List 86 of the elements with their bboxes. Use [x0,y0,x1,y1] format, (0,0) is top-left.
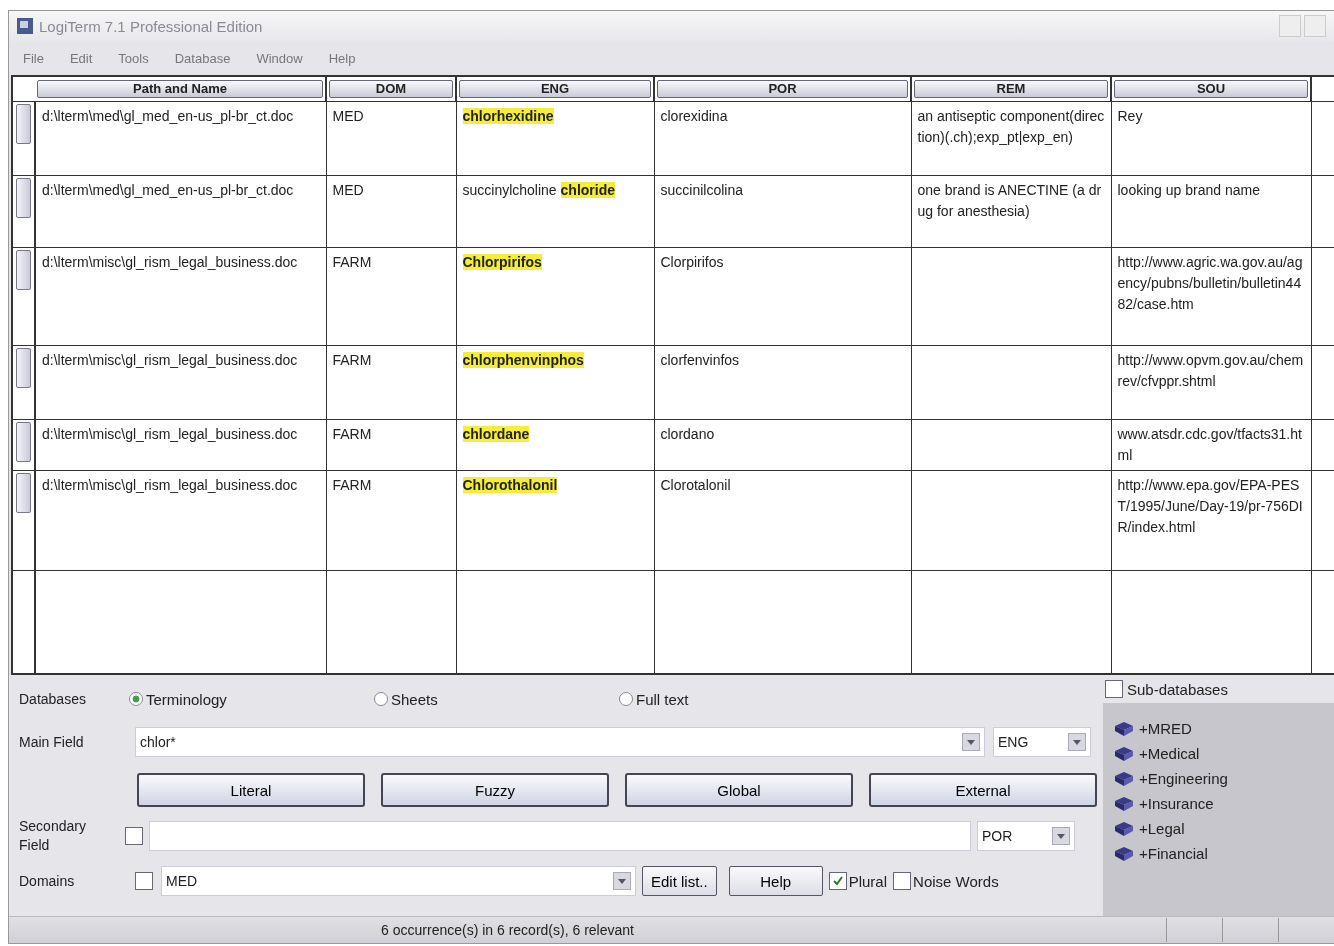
search-button[interactable]: Fuzzy [381,773,609,807]
table-cell: http://www.agric.wa.gov.au/agency/pubns/bulletin/bulletin4482/case.htm [1111,247,1311,346]
help-button[interactable]: Help [728,866,823,896]
table-cell: Rey [1111,101,1311,176]
table-cell: chlorphenvinphos [456,345,654,420]
edit-list-button[interactable]: Edit list.. [642,866,717,896]
column-header[interactable]: ENG [459,80,651,98]
checkbox[interactable] [1105,680,1123,698]
table-cell: d:\lterm\med\gl_med_en-us_pl-br_ct.doc [35,101,326,176]
radio-option[interactable]: Sheets [374,690,619,708]
table-cell: MED [326,101,456,176]
table-cell: looking up brand name [1111,175,1311,248]
column-header[interactable]: Path and Name [37,80,323,98]
search-button[interactable]: Global [625,773,853,807]
table-cell: succinylcholine chloride [456,175,654,248]
column-header[interactable]: POR [657,80,908,98]
checkbox-label: Noise Words [913,872,999,890]
table-cell: chlorhexidine [456,101,654,176]
tree-item[interactable]: +Insurance [1113,792,1324,815]
table-cell: clorfenvinfos [654,345,911,420]
menu-item[interactable]: File [23,50,44,66]
check-icon [831,875,844,887]
table-cell: clorexidina [654,101,911,176]
table-cell: Clorotalonil [654,470,911,571]
checkbox[interactable] [893,872,912,890]
table-cell: d:\lterm\misc\gl_rism_legal_business.doc [35,247,326,346]
search-button[interactable]: External [869,773,1097,807]
table-cell: Chlorpirifos [456,247,654,346]
row-header[interactable] [16,473,31,513]
field-label: Secondary Field [19,817,87,855]
field-label: Databases [19,689,87,709]
table-cell: an antiseptic component(direction)(.ch);exp_pt|exp_en) [911,101,1111,176]
status-text: 6 occurrence(s) in 6 record(s), 6 relevant [380,922,635,938]
menu-item[interactable]: Database [174,50,231,66]
column-header[interactable]: SOU [1114,80,1308,98]
table-cell: d:\lterm\misc\gl_rism_legal_business.doc [35,419,326,471]
language-dropdown[interactable]: ENG [993,727,1091,757]
tree-item[interactable]: +MRED [1113,717,1324,740]
table-cell: www.atsdr.cdc.gov/tfacts31.html [1111,419,1311,471]
row-header[interactable] [16,104,31,144]
field-label: Main Field [19,732,85,752]
app-icon [17,18,33,34]
checkbox-label: Sub-databases [1127,680,1228,698]
table-cell: chlordane [456,419,654,471]
checkbox[interactable] [828,872,847,890]
tree-item[interactable]: +Medical [1113,742,1324,765]
table-cell: one brand is ANECTINE (a drug for anesthesia) [911,175,1111,248]
column-header[interactable]: REM [914,80,1108,98]
table-cell: FARM [326,470,456,571]
table-cell: http://www.epa.gov/EPA-PEST/1995/June/Day-19/pr-756DIR/index.html [1111,470,1311,571]
table-cell: d:\lterm\misc\gl_rism_legal_business.doc [35,345,326,420]
language-dropdown[interactable]: POR [977,821,1075,851]
menu-item[interactable]: Tools [118,50,149,66]
table-cell: FARM [326,345,456,420]
secondary-field-input[interactable] [149,821,971,851]
menu-item[interactable]: Edit [69,50,93,66]
radio-option[interactable]: Terminology [129,690,374,708]
tree-item[interactable]: +Financial [1113,842,1324,865]
search-button[interactable]: Literal [137,773,365,807]
table-cell: Chlorothalonil [456,470,654,571]
row-header[interactable] [16,178,31,218]
checkbox-label: Plural [848,872,888,890]
table-cell: Clorpirifos [654,247,911,346]
table-cell: d:\lterm\med\gl_med_en-us_pl-br_ct.doc [35,175,326,248]
tree-item[interactable]: +Legal [1113,817,1324,840]
table-cell: MED [326,175,456,248]
row-header[interactable] [16,348,31,388]
table-cell: d:\lterm\misc\gl_rism_legal_business.doc [35,470,326,571]
table-cell: succinilcolina [654,175,911,248]
tree-item[interactable]: +Engineering [1113,767,1324,790]
table-cell: http://www.opvm.gov.au/chemrev/cfvppr.shtml [1111,345,1311,420]
radio-option[interactable]: Full text [619,690,864,708]
checkbox[interactable] [125,827,143,845]
row-header[interactable] [16,250,31,290]
menu-item[interactable]: Window [256,50,303,66]
window-title: LogiTerm 7.1 Professional Edition [39,17,264,35]
column-header[interactable]: DOM [329,80,453,98]
row-header[interactable] [16,422,31,462]
domains-dropdown[interactable]: MED [161,866,636,896]
field-label: Domains [19,871,76,891]
checkbox[interactable] [135,872,153,890]
table-cell: clordano [654,419,911,471]
menu-item[interactable]: Help [328,50,356,66]
main-field-input[interactable]: chlor* [135,727,985,757]
table-cell: FARM [326,247,456,346]
table-cell: FARM [326,419,456,471]
